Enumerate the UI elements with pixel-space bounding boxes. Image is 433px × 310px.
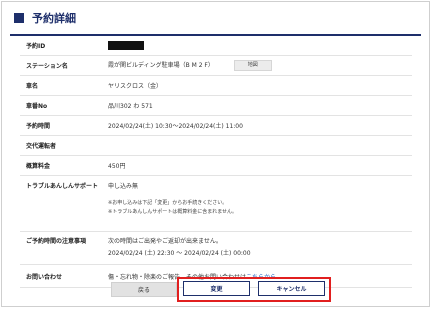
contact-label: お問い合わせ	[20, 264, 108, 288]
car-name-label: 車名	[20, 75, 108, 96]
caution-line-1: 次の時間はご出発やご返却が出来ません。	[108, 238, 222, 245]
caution-label: ご予約時間の注意事項	[20, 231, 108, 265]
reservation-id-redacted	[108, 41, 144, 50]
car-number-value: 品川302 わ 571	[108, 95, 412, 116]
time-value: 2024/02/24(土) 10:30～2024/02/24(土) 11:00	[108, 115, 412, 136]
edit-button[interactable]: 変更	[183, 281, 250, 296]
car-number-label: 車番No	[20, 95, 108, 116]
trouble-support-value: 申し込み無	[108, 183, 139, 190]
row-time: 予約時間 2024/02/24(土) 10:30～2024/02/24(土) 1…	[20, 115, 412, 136]
caution-line-2: 2024/02/24 (土) 22:30 ～ 2024/02/24 (土) 00…	[108, 250, 251, 257]
row-driver: 交代運転者	[20, 135, 412, 156]
row-reservation-id: 予約ID	[20, 36, 412, 56]
row-caution: ご予約時間の注意事項 次の時間はご出発やご返却が出来ません。 2024/02/2…	[20, 231, 412, 265]
time-label: 予約時間	[20, 115, 108, 136]
row-car-number: 車番No 品川302 わ 571	[20, 95, 412, 116]
map-button[interactable]: 地図	[233, 60, 272, 71]
header-square-icon	[14, 13, 24, 23]
back-button[interactable]: 戻る	[111, 282, 177, 297]
car-name-value: ヤリスクロス（金）	[108, 75, 412, 96]
station-value: 霞が関ビルディング駐車場（B M 2 F）	[108, 62, 214, 69]
page-header: 予約詳細	[2, 2, 429, 34]
fee-value: 450円	[108, 155, 412, 176]
reservation-id-label: 予約ID	[20, 36, 108, 56]
trouble-support-note-2: ※トラブルあんしんサポートは概算料金に含まれません。	[108, 209, 238, 215]
driver-label: 交代運転者	[20, 135, 108, 156]
station-label: ステーション名	[20, 55, 108, 76]
row-station: ステーション名 霞が関ビルディング駐車場（B M 2 F） 地図	[20, 55, 412, 76]
row-fee: 概算料金 450円	[20, 155, 412, 176]
trouble-support-note-1: ※お申し込みは下記「変更」からお手続きください。	[108, 200, 228, 206]
row-trouble-support: トラブルあんしんサポート 申し込み無 ※お申し込みは下記「変更」からお手続きくだ…	[20, 175, 412, 232]
trouble-support-label: トラブルあんしんサポート	[20, 175, 108, 232]
fee-label: 概算料金	[20, 155, 108, 176]
reservation-details-table: 予約ID ステーション名 霞が関ビルディング駐車場（B M 2 F） 地図 車名…	[20, 36, 412, 288]
row-car-name: 車名 ヤリスクロス（金）	[20, 75, 412, 96]
page-title: 予約詳細	[32, 12, 76, 25]
cancel-reservation-button[interactable]: キャンセル	[258, 281, 325, 296]
driver-value	[108, 135, 412, 156]
